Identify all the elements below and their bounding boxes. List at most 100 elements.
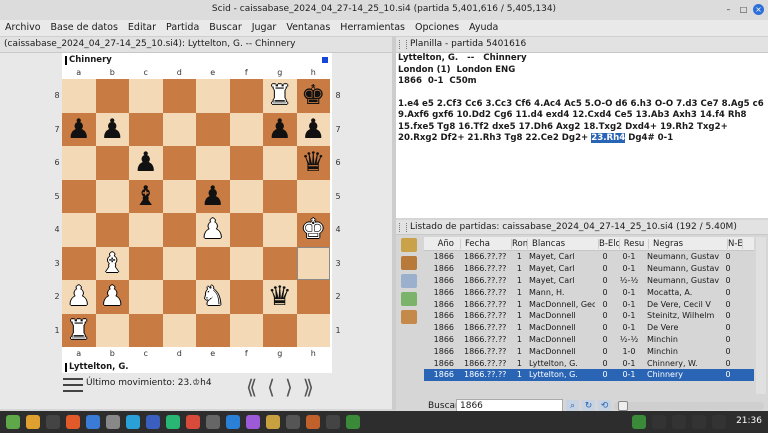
menu-item-4[interactable]: Buscar xyxy=(204,20,246,36)
menu-item-9[interactable]: Ayuda xyxy=(464,20,503,36)
menu-item-6[interactable]: Ventanas xyxy=(281,20,335,36)
menu-item-5[interactable]: Jugar xyxy=(247,20,282,36)
next-move-icon[interactable]: ⟩ xyxy=(285,375,293,399)
app8-icon[interactable] xyxy=(286,415,300,429)
square-h8[interactable]: ♚ xyxy=(296,79,330,113)
square-b2[interactable]: ♟ xyxy=(95,280,129,314)
black-queen-icon[interactable]: ♛ xyxy=(268,283,292,310)
telegram-icon[interactable] xyxy=(126,415,140,429)
table-row[interactable]: 1866 1866.??.?? 1 Mann, H. 0 0-1 Mocatta, A. 0 xyxy=(424,286,754,298)
network-icon[interactable] xyxy=(672,415,686,429)
menu-item-3[interactable]: Partida xyxy=(161,20,204,36)
app3-icon[interactable] xyxy=(166,415,180,429)
pgn-moves-before[interactable]: 1.e4 e5 2.Cf3 Cc6 3.Cc3 Cf6 4.Ac4 Ac5 5.… xyxy=(398,99,764,144)
column-header[interactable]: Blancas xyxy=(528,238,599,249)
black-pawn-icon[interactable]: ♟ xyxy=(134,149,158,176)
square-h6[interactable]: ♛ xyxy=(296,146,330,180)
square-e5[interactable]: ♟ xyxy=(196,179,230,213)
chess-board[interactable]: ♜ ♚ ♟ ♟ ♟ ♟ ♟ ♛ ♝ ♟ ♟ ♚ ♝ ♟ ♟ ♞ ♛ ♜ xyxy=(62,79,330,347)
column-header[interactable]: Fecha xyxy=(461,238,512,249)
square-f8[interactable] xyxy=(229,79,263,113)
square-d3[interactable] xyxy=(162,246,196,280)
square-d1[interactable] xyxy=(162,313,196,347)
square-g8[interactable]: ♜ xyxy=(263,79,297,113)
square-e4[interactable]: ♟ xyxy=(196,213,230,247)
close-icon[interactable]: × xyxy=(753,4,764,15)
square-c7[interactable] xyxy=(129,112,163,146)
square-h2[interactable] xyxy=(296,280,330,314)
square-g5[interactable] xyxy=(263,179,297,213)
white-rook-icon[interactable]: ♜ xyxy=(67,317,91,344)
square-c6[interactable]: ♟ xyxy=(129,146,163,180)
previous-move-icon[interactable]: ⟨ xyxy=(267,375,275,399)
square-a1[interactable]: ♜ xyxy=(62,313,96,347)
app7-icon[interactable] xyxy=(266,415,280,429)
square-f2[interactable] xyxy=(229,280,263,314)
square-g1[interactable] xyxy=(263,313,297,347)
app10-icon[interactable] xyxy=(346,415,360,429)
board-icon[interactable] xyxy=(401,310,417,324)
table-row[interactable]: 1866 1866.??.?? 1 MacDonnell 0 1-0 Minchin 0 xyxy=(424,345,754,357)
open-game-icon[interactable] xyxy=(401,238,417,252)
black-queen-icon[interactable]: ♛ xyxy=(301,149,325,176)
square-a5[interactable] xyxy=(62,179,96,213)
square-b3[interactable]: ♝ xyxy=(95,246,129,280)
square-d8[interactable] xyxy=(162,79,196,113)
search-icon[interactable] xyxy=(401,256,417,270)
flip-board-icon[interactable] xyxy=(322,57,328,63)
square-f6[interactable] xyxy=(229,146,263,180)
square-b7[interactable]: ♟ xyxy=(95,112,129,146)
square-a6[interactable] xyxy=(62,146,96,180)
square-f3[interactable] xyxy=(229,246,263,280)
column-header[interactable]: Negras xyxy=(649,238,728,249)
column-header[interactable]: N-E xyxy=(728,238,743,249)
square-e3[interactable] xyxy=(196,246,230,280)
column-header[interactable]: Año xyxy=(424,238,461,249)
square-e2[interactable]: ♞ xyxy=(196,280,230,314)
vscode-icon[interactable] xyxy=(226,415,240,429)
list-scrollbar[interactable] xyxy=(756,237,766,394)
square-c2[interactable] xyxy=(129,280,163,314)
square-b1[interactable] xyxy=(95,313,129,347)
square-d7[interactable] xyxy=(162,112,196,146)
drag-handle-icon[interactable] xyxy=(399,40,407,49)
square-h3[interactable] xyxy=(296,246,330,280)
table-row[interactable]: 1866 1866.??.?? 1 Mayet, Carl 0 ½-½ Neumann, G… xyxy=(424,275,754,287)
square-e7[interactable] xyxy=(196,112,230,146)
maximize-icon[interactable]: □ xyxy=(738,4,749,15)
table-row[interactable]: 1866 1866.??.?? 1 Lyttelton, G. 0 0-1 Chinnery… xyxy=(424,357,754,369)
app9-icon[interactable] xyxy=(326,415,340,429)
white-bishop-icon[interactable]: ♝ xyxy=(100,250,124,277)
menu-hamburger-icon[interactable] xyxy=(63,378,83,394)
square-c5[interactable]: ♝ xyxy=(129,179,163,213)
square-d6[interactable] xyxy=(162,146,196,180)
menu-item-8[interactable]: Opciones xyxy=(410,20,464,36)
white-pawn-icon[interactable]: ♟ xyxy=(201,216,225,243)
power-icon[interactable] xyxy=(712,415,726,429)
square-f5[interactable] xyxy=(229,179,263,213)
menu-item-1[interactable]: Base de datos xyxy=(46,20,123,36)
square-d4[interactable] xyxy=(162,213,196,247)
square-f7[interactable] xyxy=(229,112,263,146)
square-g2[interactable]: ♛ xyxy=(263,280,297,314)
pgn-text[interactable]: Lyttelton, G. -- Chinnery London (1) Lon… xyxy=(396,53,768,218)
square-a7[interactable]: ♟ xyxy=(62,112,96,146)
black-pawn-icon[interactable]: ♟ xyxy=(67,116,91,143)
volume-icon[interactable] xyxy=(692,415,706,429)
current-move[interactable]: 23.Rh4 xyxy=(591,133,626,143)
menu-item-2[interactable]: Editar xyxy=(123,20,161,36)
files-icon[interactable] xyxy=(26,415,40,429)
square-c3[interactable] xyxy=(129,246,163,280)
square-g3[interactable] xyxy=(263,246,297,280)
white-pawn-icon[interactable]: ♟ xyxy=(100,283,124,310)
clipboard-icon[interactable] xyxy=(652,415,666,429)
brave-icon[interactable] xyxy=(66,415,80,429)
black-bishop-icon[interactable]: ♝ xyxy=(134,183,158,210)
square-a3[interactable] xyxy=(62,246,96,280)
square-b5[interactable] xyxy=(95,179,129,213)
square-b8[interactable] xyxy=(95,79,129,113)
white-king-icon[interactable]: ♚ xyxy=(301,216,325,243)
minimize-icon[interactable]: – xyxy=(723,4,734,15)
layout-icon[interactable] xyxy=(401,274,417,288)
white-pawn-icon[interactable]: ♟ xyxy=(67,283,91,310)
